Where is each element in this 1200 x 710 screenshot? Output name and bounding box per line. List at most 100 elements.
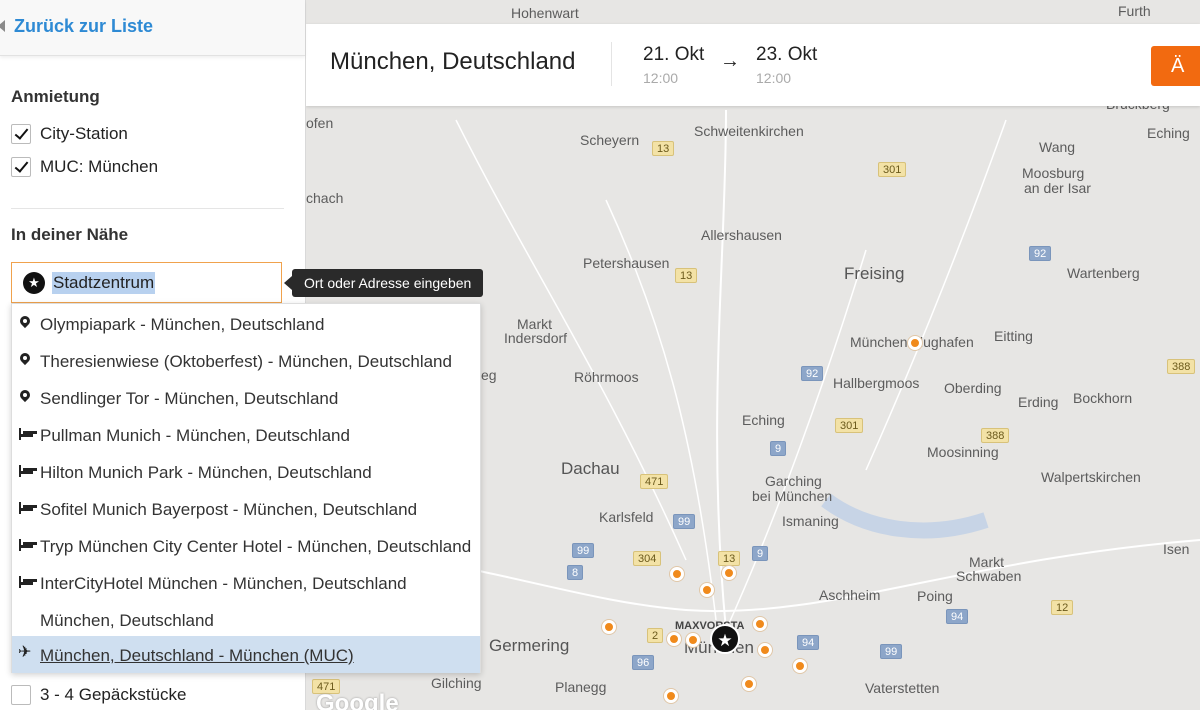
road-shield: 471 — [640, 474, 669, 489]
city-center-star-icon[interactable]: ★ — [710, 624, 740, 654]
suggestion-item[interactable]: Tryp München City Center Hotel - München… — [12, 527, 480, 564]
rental-location-pin[interactable] — [742, 677, 756, 691]
place-label: Aschheim — [819, 587, 881, 603]
place-label: Hohenwart — [511, 5, 579, 21]
bed-icon — [18, 428, 34, 444]
pickup-time[interactable]: 12:00 — [643, 70, 678, 86]
place-label: Moosinning — [927, 444, 999, 460]
suggestion-item-selected[interactable]: ✈ München, Deutschland - München (MUC) — [12, 636, 480, 673]
road-shield: 8 — [567, 565, 584, 580]
change-search-button[interactable]: Ä — [1151, 46, 1200, 86]
back-to-list-label: Zurück zur Liste — [14, 16, 154, 36]
place-label: chach — [306, 190, 344, 206]
suggestion-item[interactable]: Pullman Munich - München, Deutschland — [12, 416, 480, 453]
road-shield: 99 — [572, 543, 595, 558]
road-shield: 13 — [718, 551, 741, 566]
nearby-section-title: In deiner Nähe — [11, 225, 129, 244]
place-label: Freising — [844, 264, 905, 283]
place-label: Isen — [1163, 541, 1190, 557]
road-shield: 99 — [673, 514, 696, 529]
suggestion-label: Sofitel Munich Bayerpost - München, Deut… — [40, 500, 418, 519]
bed-icon — [18, 576, 34, 592]
divider — [11, 208, 284, 209]
place-label: Eching — [742, 412, 785, 428]
google-logo: Google — [316, 690, 399, 710]
place-label: Eitting — [994, 328, 1033, 344]
road-shield: 388 — [981, 428, 1010, 443]
road-shield: 2 — [647, 628, 664, 643]
place-label: Schwaben — [956, 568, 1022, 584]
place-label: Planegg — [555, 679, 607, 695]
rental-location-pin[interactable] — [793, 659, 807, 673]
search-input-value[interactable]: Stadtzentrum — [52, 272, 156, 294]
place-label: Petershausen — [583, 255, 670, 271]
suggestion-item[interactable]: Theresienwiese (Oktoberfest) - München, … — [12, 342, 480, 379]
rental-location-pin[interactable] — [667, 632, 681, 646]
suggestion-label: Sendlinger Tor - München, Deutschland — [40, 389, 339, 408]
checkbox[interactable] — [11, 685, 31, 705]
place-label: bei München — [752, 488, 833, 504]
return-time[interactable]: 12:00 — [756, 70, 791, 86]
map-marker-icon — [18, 317, 34, 333]
suggestion-label: Pullman Munich - München, Deutschland — [40, 426, 350, 445]
place-label: Oberding — [944, 380, 1002, 396]
rental-location-pin[interactable] — [686, 633, 700, 647]
place-label: Garching — [765, 473, 822, 489]
rental-location-pin[interactable] — [908, 336, 922, 350]
location-suggestions-dropdown: Olympiapark - München, Deutschland There… — [11, 303, 481, 673]
suggestion-label: Hilton Munich Park - München, Deutschlan… — [40, 463, 372, 482]
suggestion-item[interactable]: Olympiapark - München, Deutschland — [12, 305, 480, 342]
bed-icon — [18, 465, 34, 481]
suggestion-item[interactable]: Sofitel Munich Bayerpost - München, Deut… — [12, 490, 480, 527]
rental-location-pin[interactable] — [700, 583, 714, 597]
place-label: Furth — [1118, 3, 1151, 19]
place-label: Poing — [917, 588, 953, 604]
search-summary-bar: München, Deutschland 21. Okt 12:00 → 23.… — [306, 24, 1200, 106]
road-shield: 9 — [770, 441, 787, 456]
rental-location-pin[interactable] — [722, 566, 736, 580]
road-shield: 12 — [1051, 600, 1074, 615]
place-label: Erding — [1018, 394, 1059, 410]
star-icon: ★ — [23, 272, 45, 294]
return-date[interactable]: 23. Okt — [756, 44, 817, 66]
place-label: Röhrmoos — [574, 369, 639, 385]
place-label: Bockhorn — [1073, 390, 1133, 406]
suggestion-item[interactable]: Hilton Munich Park - München, Deutschlan… — [12, 453, 480, 490]
road-shield: 92 — [801, 366, 824, 381]
road-shield: 9 — [752, 546, 769, 561]
place-label: ofen — [306, 115, 334, 131]
checkbox[interactable] — [11, 124, 31, 144]
rental-location-pin[interactable] — [758, 643, 772, 657]
bed-icon — [18, 502, 34, 518]
rental-location-pin[interactable] — [602, 620, 616, 634]
nearby-search-input[interactable]: ★ Stadtzentrum — [11, 262, 282, 303]
chevron-left-icon — [0, 20, 5, 32]
rental-location-pin[interactable] — [670, 567, 684, 581]
back-to-list-link[interactable]: Zurück zur Liste — [0, 0, 305, 56]
checkbox-label: 3 - 4 Gepäckstücke — [40, 685, 187, 704]
location-title[interactable]: München, Deutschland — [330, 48, 575, 76]
map-marker-icon — [18, 391, 34, 407]
place-label: Gilching — [431, 675, 482, 691]
place-label: Schweitenkirchen — [694, 123, 804, 139]
place-label: Dachau — [561, 459, 620, 478]
place-label: Vaterstetten — [865, 680, 940, 696]
checkbox[interactable] — [11, 157, 31, 177]
suggestion-item[interactable]: München, Deutschland — [12, 601, 480, 638]
place-label: Indersdorf — [504, 330, 568, 346]
suggestion-label: InterCityHotel München - München, Deutsc… — [40, 574, 407, 593]
road-shield: 388 — [1167, 359, 1196, 374]
rental-location-pin[interactable] — [664, 689, 678, 703]
place-label: Hallbergmoos — [833, 375, 920, 391]
road-shield: 94 — [797, 635, 820, 650]
place-label: Scheyern — [580, 132, 640, 148]
place-label: Germering — [489, 636, 570, 655]
place-label: Wartenberg — [1067, 265, 1140, 281]
road-shield: 301 — [835, 418, 864, 433]
pickup-date[interactable]: 21. Okt — [643, 44, 704, 66]
checkbox-label: City-Station — [40, 124, 128, 143]
suggestion-item[interactable]: Sendlinger Tor - München, Deutschland — [12, 379, 480, 416]
road-shield: 94 — [946, 609, 969, 624]
suggestion-item[interactable]: InterCityHotel München - München, Deutsc… — [12, 564, 480, 601]
rental-location-pin[interactable] — [753, 617, 767, 631]
